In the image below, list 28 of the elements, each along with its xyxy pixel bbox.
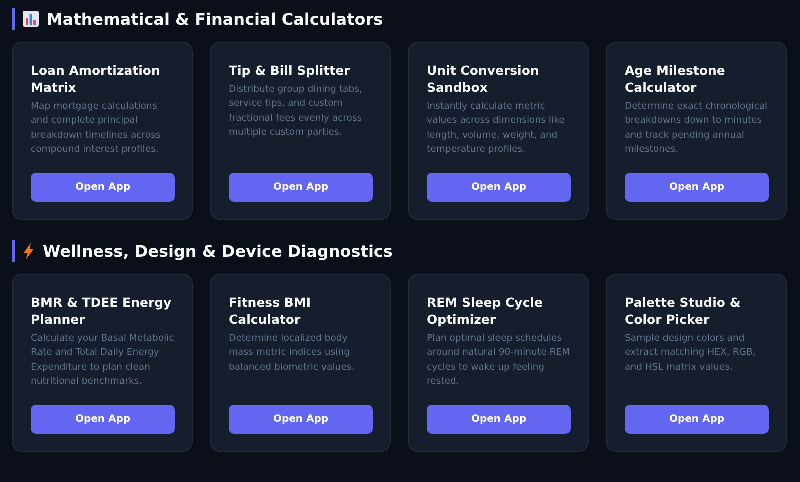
app-title: Palette Studio & Color Picker	[625, 294, 742, 328]
app-description: Instantly calculate metric values across dimensions like length, volume, weight, and temperature profiles.	[427, 100, 566, 157]
app-description: Map mortgage calculations and complete principal breakdown timelines across compound interest profiles.	[31, 100, 162, 157]
app-title: BMR & TDEE Energy Planner	[31, 294, 173, 328]
section-title: Wellness, Design & Device Diagnostics	[43, 242, 393, 260]
open-app-button[interactable]: Open App	[625, 405, 769, 434]
open-app-button[interactable]: Open App	[31, 405, 175, 434]
app-description: Distribute group dining tabs, service tips, and custom fractional fees evenly across multiple custom parties.	[229, 83, 364, 140]
app-description: Determine exact chronological breakdowns down to minutes and track pending annual milestones.	[625, 100, 769, 157]
app-description: Calculate your Basal Metabolic Rate and Total Daily Energy Expenditure to plan clean nutritional benchmarks.	[31, 332, 175, 389]
open-app-button[interactable]: Open App	[229, 173, 373, 202]
app-description: Sample design colors and extract matching HEX, RGB, and HSL matrix values.	[625, 332, 757, 375]
open-app-button[interactable]: Open App	[427, 405, 571, 434]
app-description: Plan optimal sleep schedules around natural 90-minute REM cycles to wake up feeling rested.	[427, 332, 571, 389]
section-title: Mathematical & Financial Calculators	[47, 10, 384, 28]
app-title: REM Sleep Cycle Optimizer	[427, 294, 544, 328]
app-description: Determine localized body mass metric indices using balanced biometric values.	[229, 332, 356, 375]
open-app-button[interactable]: Open App	[229, 405, 373, 434]
app-title: Unit Conversion Sandbox	[427, 62, 540, 96]
lightning-icon	[23, 242, 35, 260]
app-title: Age Milestone Calculator	[625, 62, 726, 96]
app-title: Fitness BMI Calculator	[229, 294, 312, 328]
open-app-button[interactable]: Open App	[31, 173, 175, 202]
app-title: Loan Amortization Matrix	[31, 62, 162, 96]
open-app-button[interactable]: Open App	[427, 173, 571, 202]
bar-chart-icon	[23, 11, 39, 27]
app-title: Tip & Bill Splitter	[229, 62, 352, 79]
open-app-button[interactable]: Open App	[625, 173, 769, 202]
